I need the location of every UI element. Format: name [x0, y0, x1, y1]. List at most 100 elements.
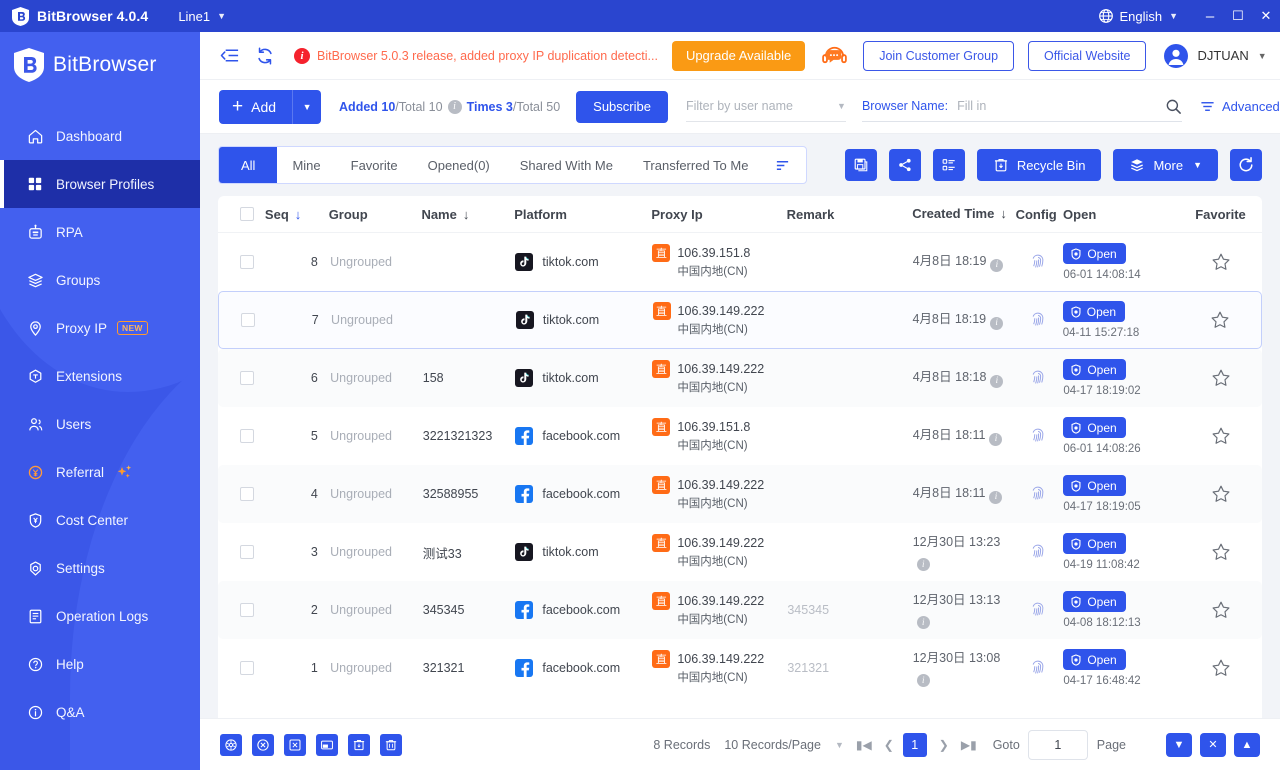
- row-checkbox[interactable]: [240, 603, 255, 617]
- language-label[interactable]: English: [1119, 9, 1162, 24]
- table-row[interactable]: 2 Ungrouped 345345 facebook.com 直 106.39…: [218, 581, 1262, 639]
- advanced-filter-button[interactable]: Advanced: [1200, 99, 1280, 114]
- open-button[interactable]: Open: [1063, 359, 1126, 380]
- table-row[interactable]: 6 Ungrouped 158 tiktok.com 直 106.39.149.…: [218, 349, 1262, 407]
- open-button[interactable]: Open: [1063, 649, 1126, 670]
- records-per-page-select[interactable]: 10 Records/Page ▼: [724, 738, 844, 752]
- delete-icon[interactable]: [380, 733, 402, 756]
- chevron-down-icon[interactable]: ▼: [837, 101, 846, 111]
- cell-config[interactable]: [1015, 311, 1059, 329]
- header-open[interactable]: Open: [1060, 207, 1179, 222]
- release-notice[interactable]: i BitBrowser 5.0.3 release, added proxy …: [294, 47, 658, 64]
- row-checkbox[interactable]: [240, 371, 255, 385]
- sidebar-item-browser-profiles[interactable]: Browser Profiles: [0, 160, 200, 208]
- tab-favorite[interactable]: Favorite: [336, 147, 413, 183]
- sidebar-item-qa[interactable]: Q&A: [0, 688, 200, 736]
- sidebar-item-settings[interactable]: Settings: [0, 544, 200, 592]
- header-name[interactable]: Name ↓: [421, 207, 514, 222]
- sidebar-item-proxy-ip[interactable]: Proxy IP NEW: [0, 304, 200, 352]
- created-info-icon[interactable]: i: [990, 258, 1004, 272]
- cell-favorite[interactable]: [1179, 542, 1262, 562]
- line-selector-label[interactable]: Line1: [178, 9, 210, 24]
- open-button[interactable]: Open: [1063, 417, 1126, 438]
- chevron-down-icon[interactable]: ▼: [835, 740, 844, 750]
- open-button[interactable]: Open: [1063, 243, 1126, 264]
- columns-icon[interactable]: [932, 149, 965, 181]
- cell-favorite[interactable]: [1179, 252, 1262, 272]
- select-all-checkbox[interactable]: [240, 207, 255, 221]
- row-checkbox[interactable]: [240, 429, 255, 443]
- tab-transferred-to-me[interactable]: Transferred To Me: [628, 147, 764, 183]
- header-created-time[interactable]: Created Time ↓: [912, 205, 1015, 224]
- table-row[interactable]: 8 Ungrouped tiktok.com 直 106.39.151.8 中国内…: [218, 233, 1262, 291]
- created-info-icon[interactable]: i: [989, 432, 1003, 446]
- sidebar-item-dashboard[interactable]: Dashboard: [0, 112, 200, 160]
- close-button[interactable]: ✕: [1252, 0, 1280, 32]
- prev-page-button[interactable]: ❮: [884, 738, 894, 752]
- header-remark[interactable]: Remark: [787, 207, 913, 222]
- table-row[interactable]: 5 Ungrouped 3221321323 facebook.com 直 10…: [218, 407, 1262, 465]
- cell-favorite[interactable]: [1179, 368, 1262, 388]
- table-row[interactable]: 3 Ungrouped 测试33 tiktok.com 直 106.39.149…: [218, 523, 1262, 581]
- cell-favorite[interactable]: [1179, 484, 1262, 504]
- created-info-icon[interactable]: i: [990, 374, 1004, 388]
- search-icon[interactable]: [1165, 98, 1182, 115]
- open-button[interactable]: Open: [1063, 591, 1126, 612]
- table-row[interactable]: 1 Ungrouped 321321 facebook.com 直 106.39…: [218, 639, 1262, 697]
- join-customer-group-button[interactable]: Join Customer Group: [863, 40, 1015, 71]
- move-to-recycle-bin-icon[interactable]: [348, 733, 370, 756]
- created-info-icon[interactable]: i: [990, 316, 1004, 330]
- cell-config[interactable]: [1016, 601, 1060, 619]
- row-checkbox[interactable]: [240, 255, 255, 269]
- scroll-down-icon[interactable]: ▼: [1166, 732, 1192, 757]
- tab-opened[interactable]: Opened(0): [413, 147, 505, 183]
- open-button[interactable]: Open: [1063, 533, 1126, 554]
- tab-mine[interactable]: Mine: [277, 147, 335, 183]
- open-button[interactable]: Open: [1063, 475, 1126, 496]
- browser-name-field[interactable]: Browser Name: Fill in: [861, 92, 1182, 122]
- cell-config[interactable]: [1016, 485, 1060, 503]
- sidebar-item-users[interactable]: Users: [0, 400, 200, 448]
- add-dropdown-button[interactable]: ▼: [292, 89, 322, 124]
- header-favorite[interactable]: Favorite: [1179, 207, 1262, 222]
- sidebar-item-operation-logs[interactable]: Operation Logs: [0, 592, 200, 640]
- minimize-button[interactable]: –: [1196, 0, 1224, 32]
- collapse-sidebar-icon[interactable]: [218, 45, 240, 67]
- header-config[interactable]: Config: [1016, 207, 1060, 222]
- row-checkbox[interactable]: [240, 661, 255, 675]
- table-row[interactable]: 4 Ungrouped 32588955 facebook.com 直 106.…: [218, 465, 1262, 523]
- open-button[interactable]: Open: [1062, 301, 1126, 322]
- cell-favorite[interactable]: [1179, 600, 1262, 620]
- header-proxy-ip[interactable]: Proxy Ip: [651, 207, 786, 222]
- row-checkbox[interactable]: [240, 545, 255, 559]
- cell-config[interactable]: [1016, 427, 1060, 445]
- close-all-icon[interactable]: [284, 733, 306, 756]
- tab-shared-with-me[interactable]: Shared With Me: [505, 147, 628, 183]
- first-page-button[interactable]: ▮◀: [856, 738, 872, 752]
- upgrade-available-button[interactable]: Upgrade Available: [671, 40, 806, 71]
- refresh-icon[interactable]: [254, 45, 276, 67]
- header-platform[interactable]: Platform: [514, 207, 651, 222]
- language-chevron-down-icon[interactable]: ▼: [1169, 11, 1178, 21]
- browser-name-input[interactable]: Fill in: [957, 99, 986, 113]
- subscribe-button[interactable]: Subscribe: [576, 90, 668, 123]
- more-button[interactable]: More ▼: [1113, 149, 1218, 181]
- table-row[interactable]: 7 Ungrouped tiktok.com 直 106.39.149.222 中…: [218, 291, 1262, 349]
- official-website-button[interactable]: Official Website: [1028, 40, 1147, 71]
- sidebar-item-referral[interactable]: Referral: [0, 448, 200, 496]
- added-info-icon[interactable]: i: [447, 99, 462, 114]
- scroll-up-icon[interactable]: ▲: [1234, 732, 1260, 757]
- chevron-down-icon[interactable]: ▼: [217, 11, 226, 21]
- tab-all[interactable]: All: [219, 147, 278, 183]
- cell-config[interactable]: [1016, 659, 1060, 677]
- row-checkbox[interactable]: [241, 313, 256, 327]
- created-info-icon[interactable]: i: [989, 490, 1003, 504]
- page-number-1[interactable]: 1: [902, 732, 927, 757]
- user-menu[interactable]: DJTUAN ▼: [1164, 43, 1267, 68]
- goto-page-input[interactable]: 1: [1027, 729, 1088, 760]
- header-group[interactable]: Group: [329, 207, 422, 222]
- sidebar-item-help[interactable]: Help: [0, 640, 200, 688]
- header-seq[interactable]: Seq ↓: [263, 207, 329, 222]
- add-button[interactable]: + Add: [219, 89, 293, 124]
- next-page-button[interactable]: ❯: [939, 738, 949, 752]
